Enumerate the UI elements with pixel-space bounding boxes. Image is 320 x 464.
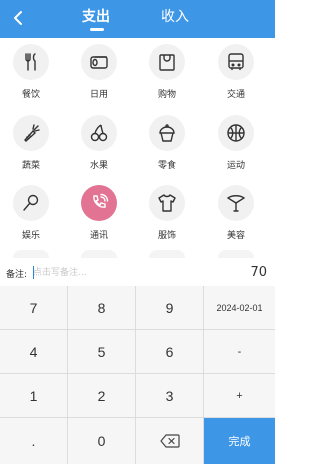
category-label: 通讯 [89, 231, 108, 241]
backspace-icon [159, 434, 180, 448]
cherry-icon [90, 124, 108, 142]
amount-display: 70 [250, 265, 267, 280]
category-row-partial [81, 250, 117, 258]
category-entertainment[interactable]: 娱乐 [0, 181, 60, 249]
backspace-button[interactable] [136, 418, 203, 464]
category-label: 购物 [157, 90, 176, 100]
key-plus[interactable]: + [204, 374, 275, 417]
top-bar: 支出 收入 [0, 0, 275, 38]
category-label: 水果 [89, 161, 108, 171]
key-7[interactable]: 7 [0, 286, 67, 329]
key-2[interactable]: 2 [68, 374, 135, 417]
category-clothing[interactable]: 服饰 [136, 181, 196, 249]
category-vegetables[interactable]: 蔬菜 [0, 111, 60, 179]
key-4[interactable]: 4 [0, 330, 67, 373]
active-tab-indicator [90, 28, 104, 31]
key-5[interactable]: 5 [68, 330, 135, 373]
microphone-icon [23, 194, 39, 211]
category-dining[interactable]: 餐饮 [0, 40, 60, 108]
key-1[interactable]: 1 [0, 374, 67, 417]
tshirt-icon [158, 194, 176, 212]
category-row-partial [218, 250, 254, 258]
tab-expense[interactable]: 支出 [82, 9, 110, 25]
key-8[interactable]: 8 [68, 286, 135, 329]
category-label: 运动 [226, 161, 245, 171]
category-daily[interactable]: 日用 [68, 40, 128, 108]
text-cursor [33, 266, 34, 279]
fork-knife-icon [25, 53, 36, 71]
category-row-partial [149, 250, 185, 258]
key-dot[interactable]: . [0, 418, 67, 464]
category-shopping[interactable]: 购物 [136, 40, 196, 108]
tab-income[interactable]: 收入 [161, 9, 189, 25]
cupcake-icon [159, 124, 175, 142]
category-communication[interactable]: 通讯 [68, 181, 128, 249]
category-transport[interactable]: 交通 [205, 40, 265, 108]
key-9[interactable]: 9 [136, 286, 203, 329]
category-sports[interactable]: 运动 [205, 111, 265, 179]
paper-roll-icon [90, 56, 108, 69]
note-label: 备注: [6, 270, 28, 280]
category-grid: 餐饮 日用 购物 交通 蔬菜 水果 零食 运动 娱乐 通讯 服饰 美容 [0, 38, 275, 250]
note-row: 备注: 70 [0, 260, 275, 286]
shopping-bag-icon [159, 54, 175, 71]
category-fruit[interactable]: 水果 [68, 111, 128, 179]
category-label: 餐饮 [21, 90, 40, 100]
bus-icon [228, 53, 244, 70]
category-label: 蔬菜 [21, 161, 40, 171]
key-0[interactable]: 0 [68, 418, 135, 464]
note-input[interactable] [33, 264, 203, 282]
category-label: 美容 [226, 231, 245, 241]
category-label: 零食 [157, 161, 176, 171]
category-label: 日用 [89, 90, 108, 100]
category-label: 服饰 [157, 231, 176, 241]
carrot-icon [24, 124, 40, 142]
back-arrow-icon[interactable] [6, 6, 30, 30]
done-button[interactable]: 完成 [204, 418, 275, 464]
category-row-partial [13, 250, 49, 258]
category-beauty[interactable]: 美容 [205, 181, 265, 249]
phone-icon [93, 193, 109, 208]
category-label: 娱乐 [21, 231, 40, 241]
key-minus[interactable]: - [204, 330, 275, 373]
date-picker-button[interactable]: 2024-02-01 [204, 286, 275, 329]
category-snacks[interactable]: 零食 [136, 111, 196, 179]
makeup-icon [226, 195, 246, 212]
key-3[interactable]: 3 [136, 374, 203, 417]
key-6[interactable]: 6 [136, 330, 203, 373]
number-keypad: 7 8 9 2024-02-01 4 5 6 - 1 2 3 + . 0 完成 [0, 286, 275, 464]
basketball-icon [227, 124, 245, 142]
category-label: 交通 [226, 90, 245, 100]
